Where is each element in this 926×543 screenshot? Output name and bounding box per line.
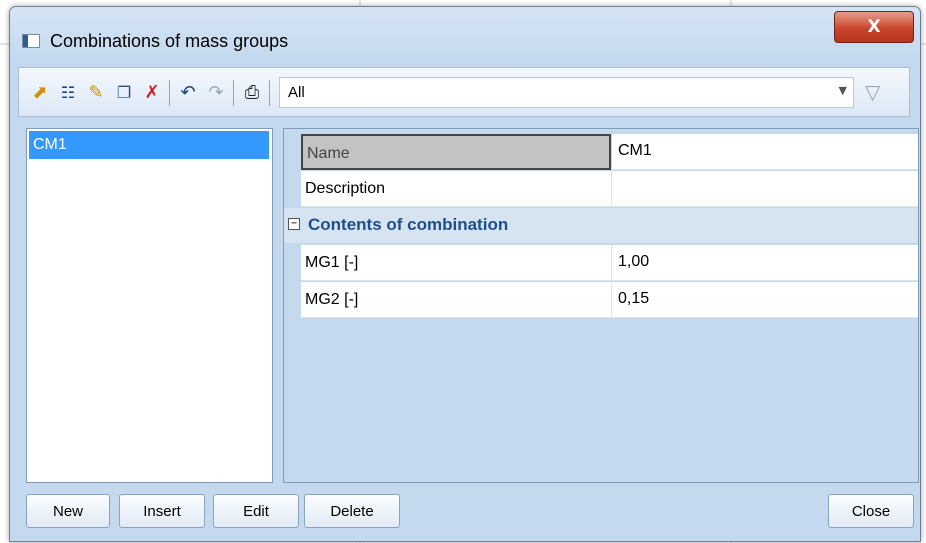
new-icon[interactable]: ⬈ xyxy=(29,82,51,104)
window-title: Combinations of mass groups xyxy=(50,31,289,51)
filter-funnel-icon[interactable]: ▽ xyxy=(865,80,880,104)
delete-icon[interactable]: ✗ xyxy=(141,82,163,104)
dialog-window: Combinations of mass groups X ⬈ ☷ ✎ ❐ ✗ … xyxy=(9,6,921,542)
property-label: Name xyxy=(301,134,611,170)
property-row-mg2[interactable]: MG2 [-] 0,15 xyxy=(301,282,918,318)
print-icon[interactable]: ⎙ xyxy=(241,82,263,104)
edit-icon[interactable]: ✎ xyxy=(85,82,107,104)
title-bar[interactable]: Combinations of mass groups X xyxy=(10,7,920,65)
filter-dropdown[interactable]: All ▼ xyxy=(279,77,854,108)
property-group-header[interactable]: − Contents of combination xyxy=(284,208,918,243)
insert-button[interactable]: Insert xyxy=(119,494,205,528)
property-label: MG1 [-] xyxy=(301,245,612,281)
property-row-name[interactable]: Name CM1 xyxy=(301,134,918,170)
window-icon xyxy=(22,34,40,48)
delete-button[interactable]: Delete xyxy=(304,494,400,528)
property-row-mg1[interactable]: MG1 [-] 1,00 xyxy=(301,245,918,281)
mg1-field[interactable]: 1,00 xyxy=(612,245,918,281)
undo-icon[interactable]: ↶ xyxy=(177,82,199,104)
list-item[interactable]: CM1 xyxy=(29,131,269,159)
mg2-field[interactable]: 0,15 xyxy=(612,282,918,318)
toolbar: ⬈ ☷ ✎ ❐ ✗ ↶ ↷ ⎙ All ▼ ▽ xyxy=(18,67,910,117)
property-label: Description xyxy=(301,171,612,207)
edit-button[interactable]: Edit xyxy=(213,494,299,528)
close-button[interactable]: Close xyxy=(828,494,914,528)
property-grid: Name CM1 Description − Contents of combi… xyxy=(283,128,919,483)
chevron-down-icon[interactable]: ▼ xyxy=(839,84,847,97)
toolbar-separator xyxy=(169,80,170,106)
filter-value: All xyxy=(288,84,305,101)
new-button[interactable]: New xyxy=(26,494,110,528)
list-item-label: CM1 xyxy=(33,136,67,153)
property-label: MG2 [-] xyxy=(301,282,612,318)
group-label: Contents of combination xyxy=(308,215,509,234)
copy-icon[interactable]: ❐ xyxy=(113,82,135,104)
name-field[interactable]: CM1 xyxy=(612,134,918,170)
collapse-icon[interactable]: − xyxy=(288,218,300,230)
combination-list[interactable]: CM1 xyxy=(26,128,273,483)
redo-icon[interactable]: ↷ xyxy=(205,82,227,104)
description-field[interactable] xyxy=(612,171,918,207)
panel-splitter[interactable] xyxy=(273,128,283,483)
close-window-button[interactable]: X xyxy=(834,11,914,43)
insert-icon[interactable]: ☷ xyxy=(57,82,79,104)
toolbar-separator xyxy=(269,80,270,106)
toolbar-separator xyxy=(233,80,234,106)
property-row-description[interactable]: Description xyxy=(301,171,918,207)
